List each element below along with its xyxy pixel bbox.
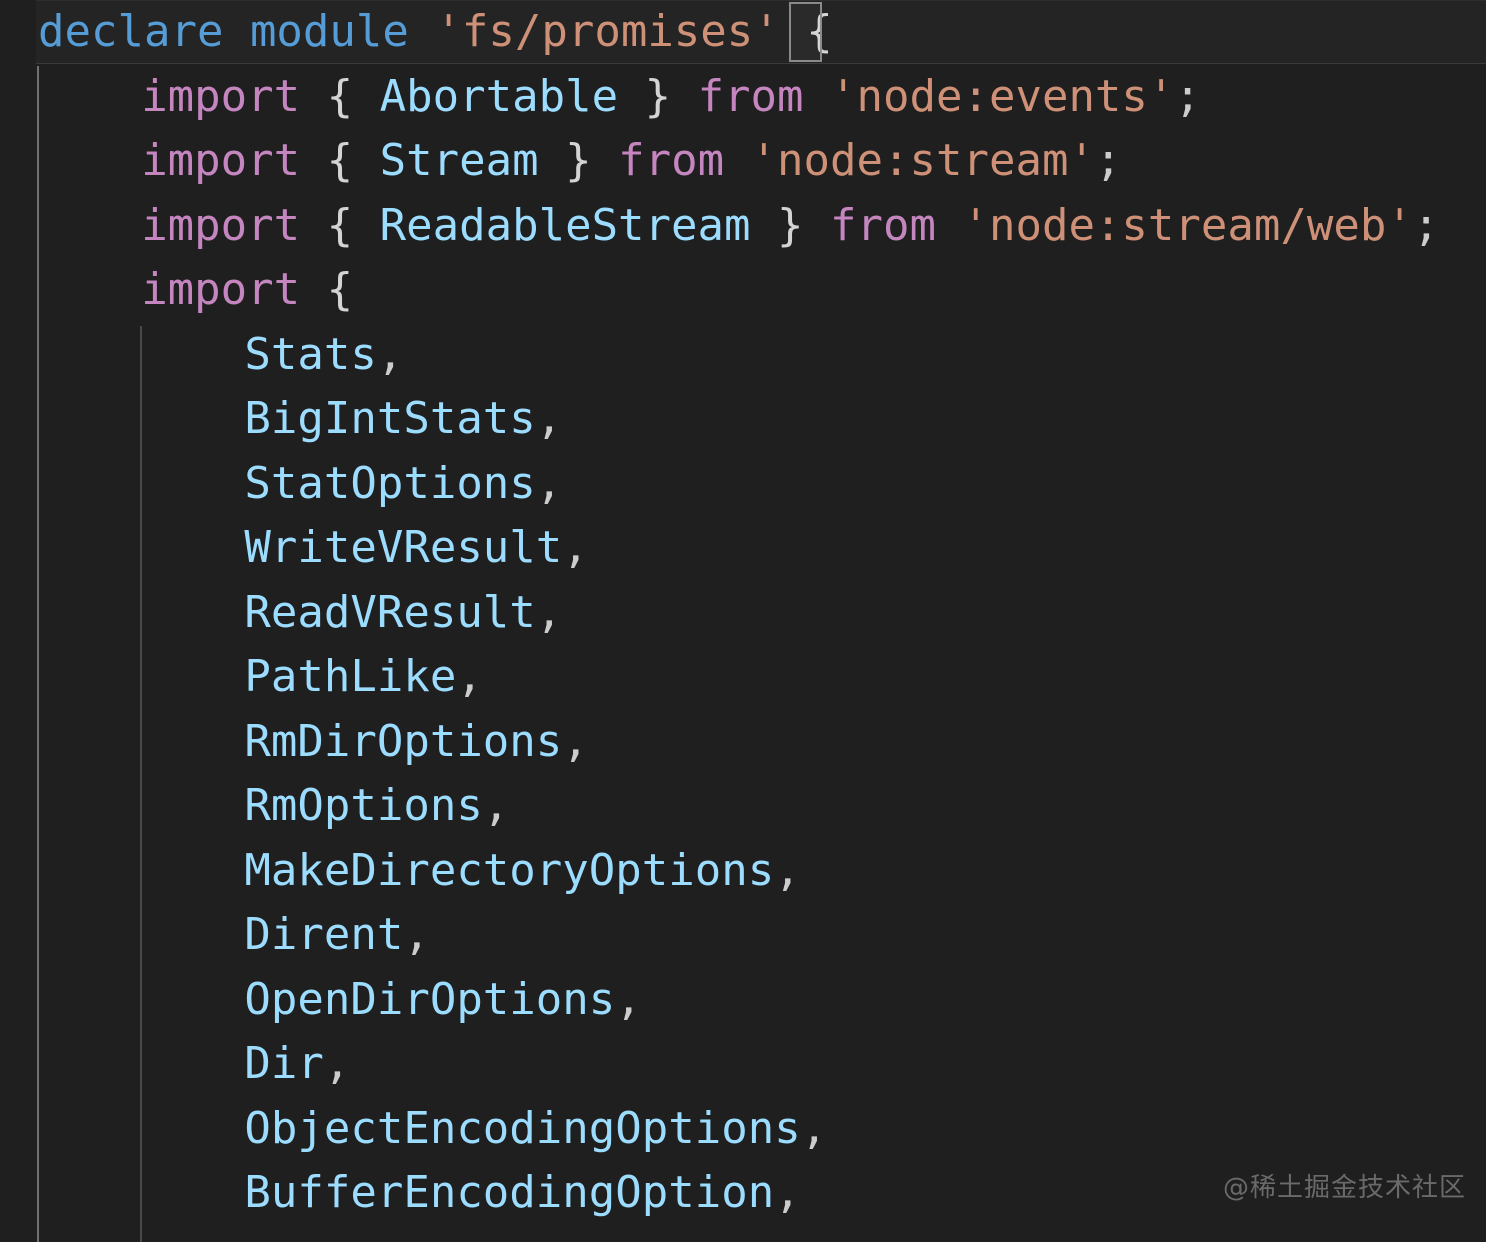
token-ident: BigIntStats — [244, 393, 535, 444]
token-punct: , — [536, 587, 563, 638]
token-string: 'node:events' — [830, 71, 1174, 122]
token-plain — [780, 6, 807, 57]
token-plain — [353, 71, 380, 122]
token-ident: RmDirOptions — [244, 716, 562, 767]
token-plain — [671, 71, 698, 122]
code-line[interactable]: BigIntStats, — [0, 387, 1486, 452]
code-line[interactable]: import { ReadableStream } from 'node:str… — [0, 194, 1486, 259]
token-ident: Dir — [244, 1038, 323, 1089]
token-plain — [300, 135, 327, 186]
token-brace: { — [327, 200, 354, 251]
token-punct: , — [615, 974, 642, 1025]
token-plain — [539, 135, 566, 186]
token-ident: Dirent — [244, 909, 403, 960]
token-ident: ObjectEncodingOptions — [244, 1103, 800, 1154]
code-line[interactable]: ReadVResult, — [0, 581, 1486, 646]
token-ident: PathLike — [244, 651, 456, 702]
token-control: from — [830, 200, 936, 251]
token-string: 'node:stream' — [751, 135, 1095, 186]
token-ident: MakeDirectoryOptions — [244, 845, 774, 896]
token-plain — [618, 71, 645, 122]
token-punct: , — [324, 1038, 351, 1089]
token-punct: , — [456, 651, 483, 702]
watermark-label: @稀土掘金技术社区 — [1223, 1167, 1466, 1204]
token-punct: , — [562, 522, 589, 573]
code-line[interactable]: Stats, — [0, 323, 1486, 388]
token-control: import — [141, 264, 300, 315]
token-punct: , — [801, 1103, 828, 1154]
token-string: 'node:stream/web' — [962, 200, 1412, 251]
code-line[interactable]: Dirent, — [0, 903, 1486, 968]
token-plain — [223, 6, 250, 57]
token-ident: Abortable — [380, 71, 618, 122]
code-editor-viewport[interactable]: declare module 'fs/promises' {import { A… — [0, 0, 1486, 1242]
token-control: import — [141, 71, 300, 122]
code-line[interactable]: RmOptions, — [0, 774, 1486, 839]
token-plain — [724, 135, 751, 186]
token-punct: , — [774, 1167, 801, 1218]
token-brace: { — [327, 135, 354, 186]
code-line[interactable]: PathLike, — [0, 645, 1486, 710]
token-keyword: declare — [38, 6, 223, 57]
token-brace: { — [327, 264, 354, 315]
token-plain — [804, 200, 831, 251]
token-brace: { — [806, 6, 833, 57]
token-control: from — [698, 71, 804, 122]
token-ident: ReadVResult — [244, 587, 535, 638]
token-ident: StatOptions — [244, 458, 535, 509]
code-line[interactable]: OpenDirOptions, — [0, 968, 1486, 1033]
token-plain — [751, 200, 778, 251]
token-plain — [300, 264, 327, 315]
token-punct: ; — [1413, 200, 1440, 251]
token-punct: , — [536, 393, 563, 444]
token-ident: OpenDirOptions — [244, 974, 615, 1025]
token-plain — [592, 135, 619, 186]
token-control: from — [618, 135, 724, 186]
code-content[interactable]: declare module 'fs/promises' {import { A… — [0, 0, 1486, 1226]
token-plain — [353, 200, 380, 251]
token-plain — [300, 200, 327, 251]
code-line[interactable]: declare module 'fs/promises' { — [0, 0, 1486, 65]
token-plain — [300, 71, 327, 122]
code-line[interactable]: RmDirOptions, — [0, 710, 1486, 775]
token-brace: { — [327, 71, 354, 122]
token-punct: , — [403, 909, 430, 960]
token-plain — [936, 200, 963, 251]
token-punct: ; — [1174, 71, 1201, 122]
token-punct: , — [536, 458, 563, 509]
token-punct: ; — [1095, 135, 1122, 186]
code-line[interactable]: WriteVResult, — [0, 516, 1486, 581]
token-ident: Stats — [244, 329, 376, 380]
token-ident: WriteVResult — [244, 522, 562, 573]
token-brace: } — [565, 135, 592, 186]
token-punct: , — [483, 780, 510, 831]
token-punct: , — [562, 716, 589, 767]
token-plain — [409, 6, 436, 57]
token-brace: } — [645, 71, 672, 122]
token-control: import — [141, 135, 300, 186]
code-line[interactable]: import { Abortable } from 'node:events'; — [0, 65, 1486, 130]
token-ident: BufferEncodingOption — [244, 1167, 774, 1218]
token-punct: , — [774, 845, 801, 896]
code-line[interactable]: ObjectEncodingOptions, — [0, 1097, 1486, 1162]
token-brace: } — [777, 200, 804, 251]
code-line[interactable]: StatOptions, — [0, 452, 1486, 517]
token-ident: Stream — [380, 135, 539, 186]
code-line[interactable]: MakeDirectoryOptions, — [0, 839, 1486, 904]
token-plain — [804, 71, 831, 122]
token-string: 'fs/promises' — [435, 6, 779, 57]
code-line[interactable]: Dir, — [0, 1032, 1486, 1097]
token-ident: RmOptions — [244, 780, 482, 831]
token-keyword: module — [250, 6, 409, 57]
token-ident: ReadableStream — [380, 200, 751, 251]
code-line[interactable]: import { Stream } from 'node:stream'; — [0, 129, 1486, 194]
token-plain — [353, 135, 380, 186]
token-punct: , — [377, 329, 404, 380]
code-line[interactable]: import { — [0, 258, 1486, 323]
token-control: import — [141, 200, 300, 251]
